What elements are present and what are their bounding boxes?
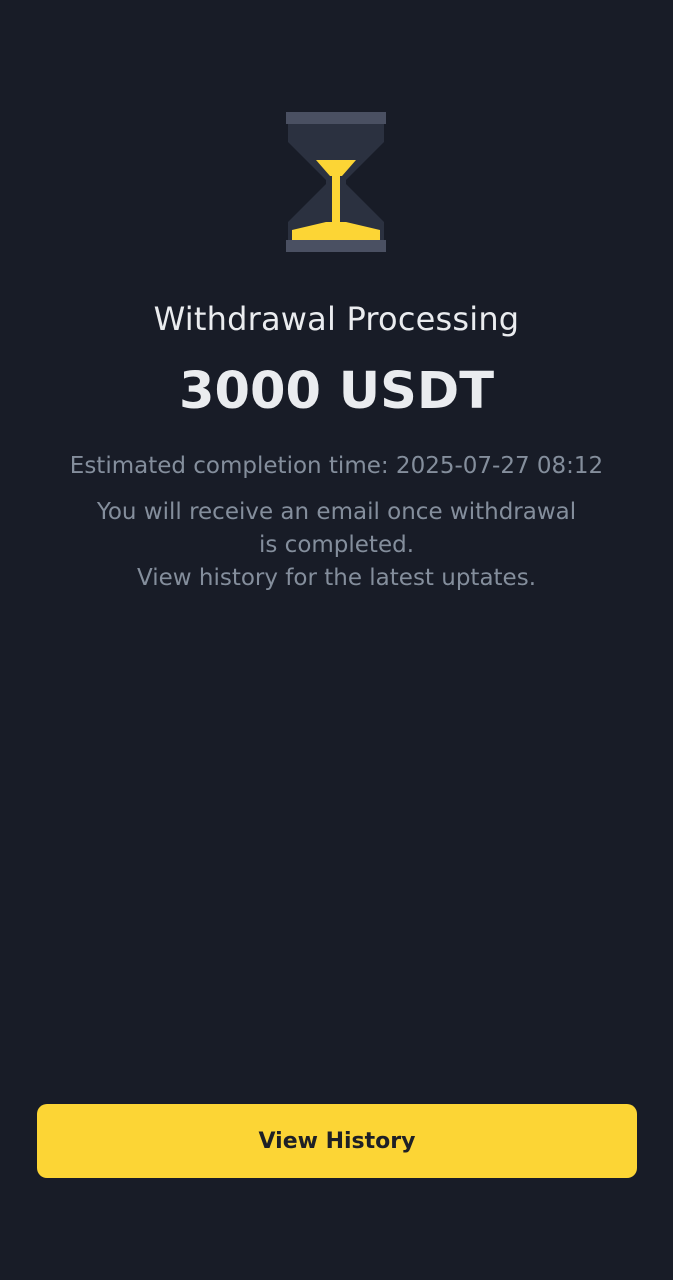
status-note-line: View history for the latest uptates. [136, 565, 537, 591]
estimated-completion-time: Estimated completion time: 2025-07-27 08… [69, 453, 604, 479]
status-note-line: You will receive an email once withdrawa… [96, 499, 577, 525]
status-note-line: is completed. [258, 532, 415, 558]
hourglass-icon [286, 112, 386, 252]
view-history-button[interactable]: View History [37, 1104, 637, 1178]
status-note: You will receive an email once withdrawa… [0, 496, 673, 595]
withdrawal-status-screen: Withdrawal Processing 3000 USDT Estimate… [0, 0, 673, 1280]
withdrawal-amount: 3000 USDT [179, 362, 494, 421]
status-title: Withdrawal Processing [153, 300, 520, 338]
